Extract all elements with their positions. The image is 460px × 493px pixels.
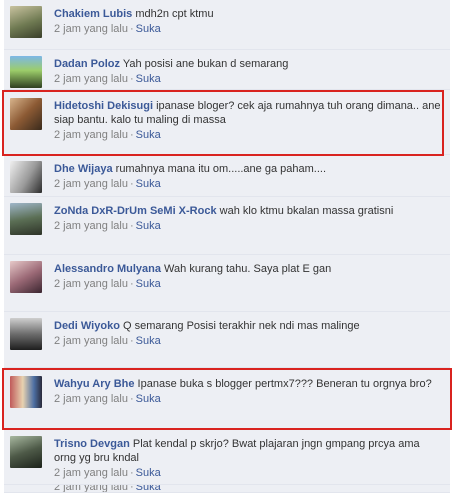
comment-text: Yah posisi ane bukan d semarang [122,58,289,70]
like-button[interactable]: Suka [136,278,161,290]
comment-author[interactable]: Hidetoshi Dekisugi [54,100,153,112]
comment-timestamp[interactable]: 2 jam yang lalu [54,393,128,405]
comment-timestamp[interactable]: 2 jam yang lalu [54,335,128,347]
comment-author[interactable]: Chakiem Lubis [54,8,132,20]
comment-item: Wahyu Ary Bhe Ipanase buka s blogger per… [4,368,450,430]
avatar[interactable] [10,98,42,130]
comment-timestamp[interactable]: 2 jam yang lalu [54,467,128,479]
like-button[interactable]: Suka [136,220,161,232]
comment-author[interactable]: Dedi Wiyoko [54,320,120,332]
comment-item: 2 jam yang lalu · Suka [4,485,450,493]
comment-item: Chakiem Lubis mdh2n cpt ktmu 2 jam yang … [4,0,450,50]
like-button[interactable]: Suka [136,73,161,85]
like-button[interactable]: Suka [136,335,161,347]
comment-timestamp[interactable]: 2 jam yang lalu [54,278,128,290]
like-button[interactable]: Suka [136,393,161,405]
comment-author[interactable]: Wahyu Ary Bhe [54,378,134,390]
avatar[interactable] [10,318,42,350]
avatar[interactable] [10,436,42,468]
like-button[interactable]: Suka [136,129,161,141]
comment-author[interactable]: ZoNda DxR-DrUm SeMi X-Rock [54,205,217,217]
comment-text: Wah kurang tahu. Saya plat E gan [164,263,332,275]
comment-text: mdh2n cpt ktmu [135,8,214,20]
comment-text: Q semarang Posisi terakhir nek ndi mas m… [122,320,360,332]
like-button[interactable]: Suka [136,467,161,479]
comment-item: Dhe Wijaya rumahnya mana itu om.....ane … [4,155,450,197]
comment-item: Dedi Wiyoko Q semarang Posisi terakhir n… [4,312,450,368]
comment-author[interactable]: Trisno Devgan [54,438,130,450]
comment-text: wah klo ktmu bkalan massa gratisni [219,205,394,217]
avatar[interactable] [10,56,42,88]
like-button[interactable]: Suka [136,23,161,35]
avatar[interactable] [10,261,42,293]
comment-text: Ipanase buka s blogger pertmx7??? Benera… [137,378,432,390]
comment-item: Trisno Devgan Plat kendal p skrjo? Bwat … [4,430,450,485]
comment-timestamp[interactable]: 2 jam yang lalu [54,23,128,35]
avatar[interactable] [10,161,42,193]
comment-timestamp[interactable]: 2 jam yang lalu [54,220,128,232]
comment-timestamp[interactable]: 2 jam yang lalu [54,129,128,141]
avatar[interactable] [10,203,42,235]
comment-author[interactable]: Dhe Wijaya [54,163,113,175]
like-button[interactable]: Suka [136,485,161,492]
comment-text: rumahnya mana itu om.....ane ga paham...… [115,163,326,175]
comment-item: Alessandro Mulyana Wah kurang tahu. Saya… [4,255,450,312]
comment-timestamp[interactable]: 2 jam yang lalu [54,73,128,85]
like-button[interactable]: Suka [136,178,161,190]
comment-item: ZoNda DxR-DrUm SeMi X-Rock wah klo ktmu … [4,197,450,255]
comment-timestamp[interactable]: 2 jam yang lalu [54,485,128,492]
comment-item: Dadan Poloz Yah posisi ane bukan d semar… [4,50,450,90]
comment-author[interactable]: Dadan Poloz [54,58,120,70]
comment-item: Hidetoshi Dekisugi ipanase bloger? cek a… [4,90,450,155]
avatar[interactable] [10,6,42,38]
comment-timestamp[interactable]: 2 jam yang lalu [54,178,128,190]
avatar[interactable] [10,376,42,408]
comment-author[interactable]: Alessandro Mulyana [54,263,161,275]
